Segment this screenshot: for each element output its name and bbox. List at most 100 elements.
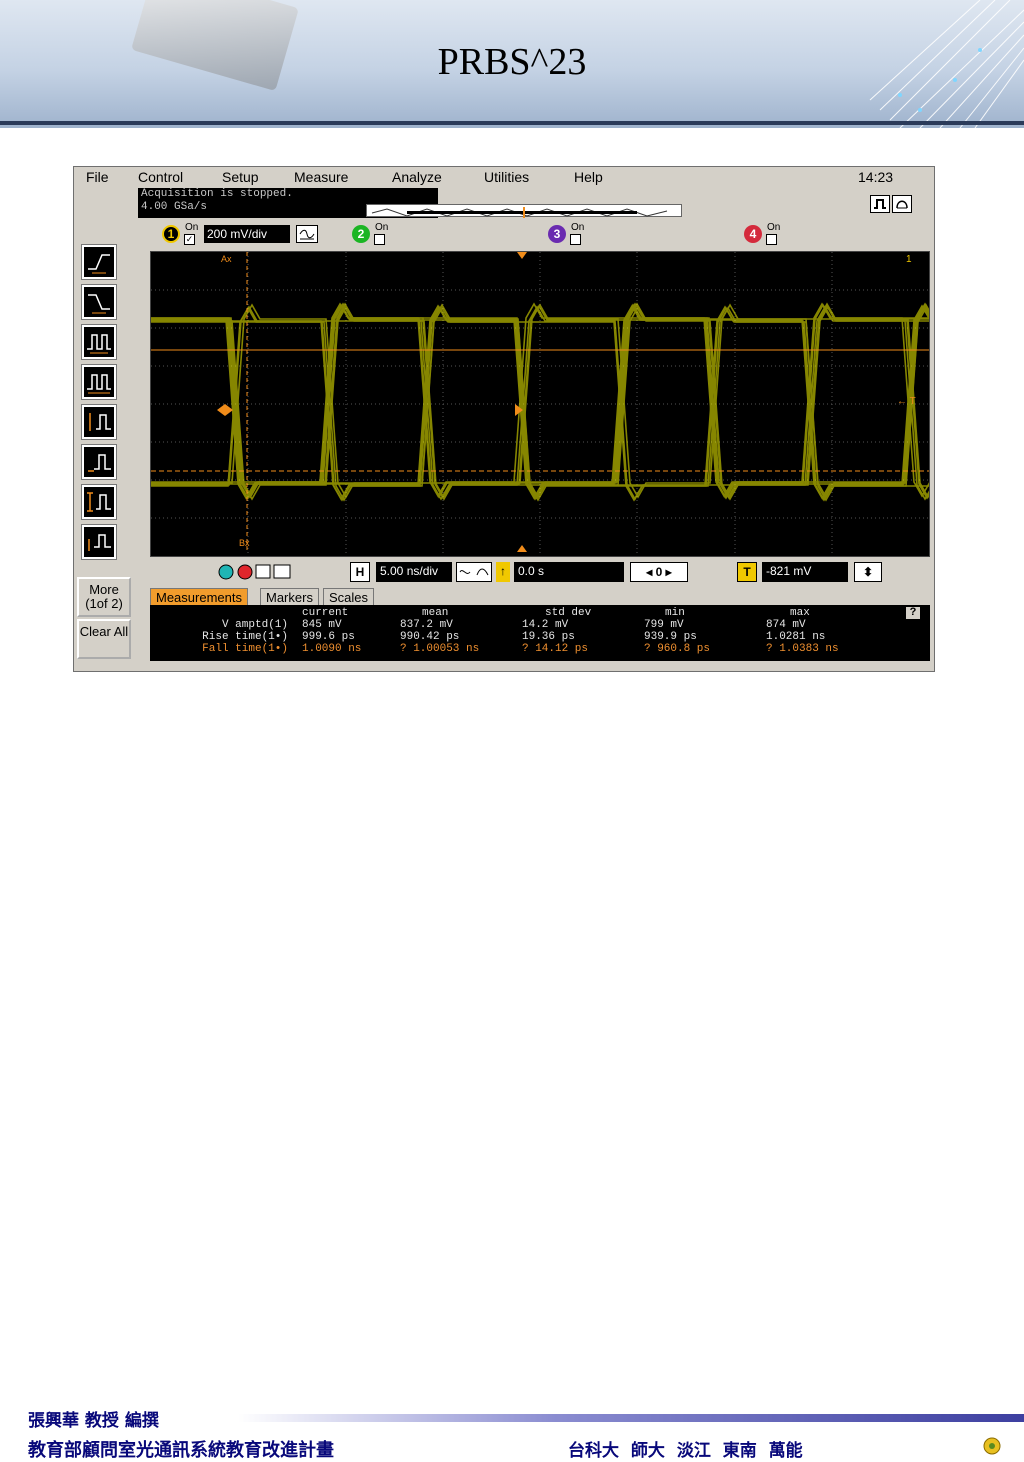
falling-edge-icon (88, 294, 110, 314)
single-run-button[interactable] (870, 195, 890, 213)
menu-analyze[interactable]: Analyze (392, 169, 442, 185)
rising-edge-icon (88, 254, 110, 274)
channel-2-checkbox[interactable] (374, 234, 385, 245)
status-line-1: Acquisition is stopped. (141, 188, 293, 200)
channel-3-checkbox[interactable] (570, 234, 581, 245)
clear-all-button[interactable]: Clear All (77, 619, 131, 659)
menu-utilities[interactable]: Utilities (484, 169, 529, 185)
channel-1-offset-marker: 1 (906, 254, 912, 265)
waveform-display[interactable]: Ax Bx ← T 1 (150, 251, 938, 557)
banner-rule (0, 121, 1024, 125)
footer-gradient-bar (238, 1414, 1024, 1422)
delay-nav-buttons[interactable]: ◂ 0 ▸ (630, 562, 688, 582)
tab-measurements[interactable]: Measurements (150, 588, 248, 606)
measurement-stddev-cell: ? 14.12 ps (522, 643, 589, 655)
waveform-toggle-icon (459, 568, 489, 576)
channel-3-control[interactable]: 3 On (548, 222, 608, 245)
slide-title: PRBS^23 (437, 41, 587, 83)
measurement-current-cell: 845 mV (302, 619, 342, 631)
measurement-max-cell: 874 mV (766, 619, 806, 631)
tab-markers[interactable]: Markers (260, 588, 319, 606)
measurement-min-cell: 799 mV (644, 619, 684, 631)
measurement-min-cell: ? 960.8 ps (644, 643, 711, 655)
memory-waveform-icon (371, 207, 668, 218)
channel-1-badge: 1 (162, 225, 180, 243)
title-banner: PRBS^23 (0, 0, 1024, 128)
measurement-current-cell: 1.0090 ns (302, 643, 362, 655)
square-pulse-icon (874, 199, 886, 209)
measurement-max-cell: 1.0281 ns (766, 631, 826, 643)
timebase-field[interactable]: 5.00 ns/div (376, 562, 452, 582)
more-button[interactable]: More (1of 2) (77, 577, 131, 617)
memory-overview-bar (366, 204, 682, 218)
university-seal-icon (983, 1437, 1001, 1455)
pulse-train-icon (87, 334, 111, 354)
display-mode-icons (218, 564, 291, 580)
channel-row: 1 On ✓ 200 mV/div 2 On 3 On 4 On (152, 221, 932, 247)
measurement-min-cell: 939.9 ps (644, 631, 697, 643)
measurement-current-cell: 999.6 ps (302, 631, 355, 643)
channel-1-coupling-button[interactable] (296, 225, 318, 243)
channel-4-control[interactable]: 4 On (744, 222, 804, 245)
horizontal-controls: H 5.00 ns/div ↑ 0.0 s ◂ 0 ▸ T -821 mV ⬍ (150, 559, 930, 587)
channel-2-badge: 2 (352, 225, 370, 243)
measurement-mean-cell: ? 1.00053 ns (400, 643, 480, 655)
trigger-button[interactable]: T (737, 562, 757, 582)
trigger-level-spinner[interactable]: ⬍ (854, 562, 882, 582)
peak-to-peak-button[interactable] (81, 484, 117, 520)
channel-1-checkbox[interactable]: ✓ (184, 234, 195, 245)
timebase-fine-buttons[interactable] (456, 562, 492, 582)
measurement-name-cell: V amptd(1) (221, 619, 288, 631)
peak-to-peak-icon (87, 492, 111, 512)
trigger-level-label: ← T (897, 396, 916, 407)
measurement-table: current mean std dev min max ? V amptd(1… (150, 605, 930, 661)
menu-file[interactable]: File (86, 169, 109, 185)
base-value-button[interactable] (81, 524, 117, 560)
measurement-name-cell: Fall time(1•) (202, 643, 288, 655)
side-toolbar: More (1of 2) Clear All (74, 187, 136, 673)
period-button[interactable] (81, 324, 117, 360)
delay-field[interactable]: 0.0 s (514, 562, 624, 582)
channel-1-scale[interactable]: 200 mV/div (204, 225, 290, 243)
menu-measure[interactable]: Measure (294, 169, 348, 185)
measurement-name-cell: Rise time(1•) (202, 631, 288, 643)
fall-time-button[interactable] (81, 284, 117, 320)
trigger-level-field[interactable]: -821 mV (762, 562, 848, 582)
help-button[interactable]: ? (906, 607, 920, 619)
rise-time-button[interactable] (81, 244, 117, 280)
measurement-tabs: Measurements Markers Scales (150, 588, 930, 606)
frequency-button[interactable] (81, 364, 117, 400)
header-max: max (790, 607, 810, 619)
menu-setup[interactable]: Setup (222, 169, 259, 185)
eye-mask-icon (896, 200, 908, 209)
channel-4-badge: 4 (744, 225, 762, 243)
channel-4-on-label: On (767, 222, 781, 233)
slide-footer: 張興華 教授 編撰 教育部顧問室光通訊系統教育改進計畫 台科大 師大 淡江 東南… (0, 700, 1024, 1461)
footer-author: 張興華 教授 編撰 (28, 1411, 159, 1431)
channel-4-checkbox[interactable] (766, 234, 777, 245)
measurement-stddev-cell: 19.36 ps (522, 631, 575, 643)
base-level-icon (88, 534, 111, 551)
channel-1-control[interactable]: 1 On ✓ 200 mV/div (162, 222, 318, 245)
top-level-icon (88, 454, 111, 472)
header-std-dev: std dev (545, 607, 592, 619)
channel-1-on-label: On (185, 222, 199, 233)
ac-coupling-icon (299, 229, 315, 240)
amplitude-icon (89, 413, 111, 431)
footer-schools: 台科大 師大 淡江 東南 萬能 (568, 1441, 803, 1461)
channel-2-on-label: On (375, 222, 389, 233)
channel-2-control[interactable]: 2 On (352, 222, 412, 245)
menu-control[interactable]: Control (138, 169, 183, 185)
measurement-mean-cell: 990.42 ps (400, 631, 460, 643)
amplitude-button[interactable] (81, 404, 117, 440)
mask-button[interactable] (892, 195, 912, 213)
header-mean: mean (422, 607, 449, 619)
frequency-icon (87, 374, 111, 394)
marker-b-label: Bx (239, 538, 250, 548)
top-value-button[interactable] (81, 444, 117, 480)
menu-help[interactable]: Help (574, 169, 603, 185)
delay-reference-icon: ↑ (496, 562, 510, 582)
horizontal-button[interactable]: H (350, 562, 370, 582)
tab-scales[interactable]: Scales (323, 588, 375, 606)
channel-3-badge: 3 (548, 225, 566, 243)
